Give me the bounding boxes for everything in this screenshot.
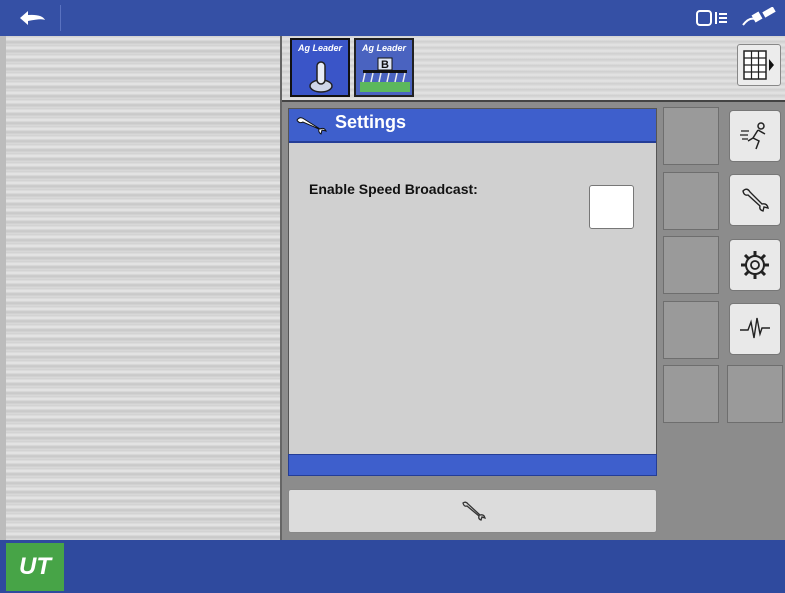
- tab-brand: Ag Leader: [297, 43, 342, 53]
- settings-panel: Settings Enable Speed Broadcast:: [288, 108, 657, 474]
- main-area: Ag Leader Ag Leader B Settings Enable Sp…: [0, 36, 785, 540]
- joystick-icon: [309, 61, 333, 93]
- diagnostics-button[interactable]: [729, 303, 781, 355]
- bottom-bar: UT: [0, 540, 785, 593]
- wrench-icon: [461, 501, 486, 521]
- diagnostics-icon: [740, 317, 770, 339]
- settings-footer-bar: [288, 454, 657, 476]
- map-placeholder: [6, 36, 282, 540]
- top-bar: [0, 0, 785, 37]
- settings-header: Settings: [289, 109, 656, 143]
- ut-logo-button[interactable]: UT: [6, 543, 64, 591]
- back-button[interactable]: [6, 5, 61, 31]
- side-slot: [663, 107, 719, 165]
- run-screen-icon: [740, 122, 766, 150]
- layout-menu-button[interactable]: [737, 44, 781, 86]
- side-slot: [663, 172, 719, 230]
- settings-wrench-button[interactable]: [288, 489, 657, 533]
- tab-brand: Ag Leader: [361, 43, 406, 53]
- settings-title: Settings: [335, 112, 407, 132]
- wrench-icon: [742, 188, 769, 212]
- run-screen-button[interactable]: [729, 110, 781, 162]
- gear-icon: [741, 251, 769, 279]
- tab-joystick-module[interactable]: Ag Leader: [290, 38, 350, 97]
- tab-sprayer-module[interactable]: Ag Leader B: [354, 38, 414, 97]
- speed-broadcast-label: Enable Speed Broadcast:: [309, 181, 478, 197]
- side-slot: [663, 301, 719, 359]
- wrench-icon: [296, 117, 327, 135]
- grid-menu-icon: [743, 50, 774, 80]
- side-slot: [663, 236, 719, 294]
- side-slot: [727, 365, 783, 423]
- sprayer-boom-icon: B: [360, 57, 410, 92]
- module-tab-strip: Ag Leader Ag Leader B: [282, 36, 785, 102]
- configuration-button[interactable]: [729, 239, 781, 291]
- gps-satellite-icon: [742, 7, 776, 26]
- side-slot: [663, 365, 719, 423]
- undo-arrow-icon: [20, 11, 45, 25]
- tools-button[interactable]: [729, 174, 781, 226]
- status-icons: [695, 3, 779, 33]
- implement-status-icon: [696, 10, 727, 26]
- module-badge: B: [381, 59, 389, 71]
- speed-broadcast-checkbox[interactable]: [589, 185, 634, 229]
